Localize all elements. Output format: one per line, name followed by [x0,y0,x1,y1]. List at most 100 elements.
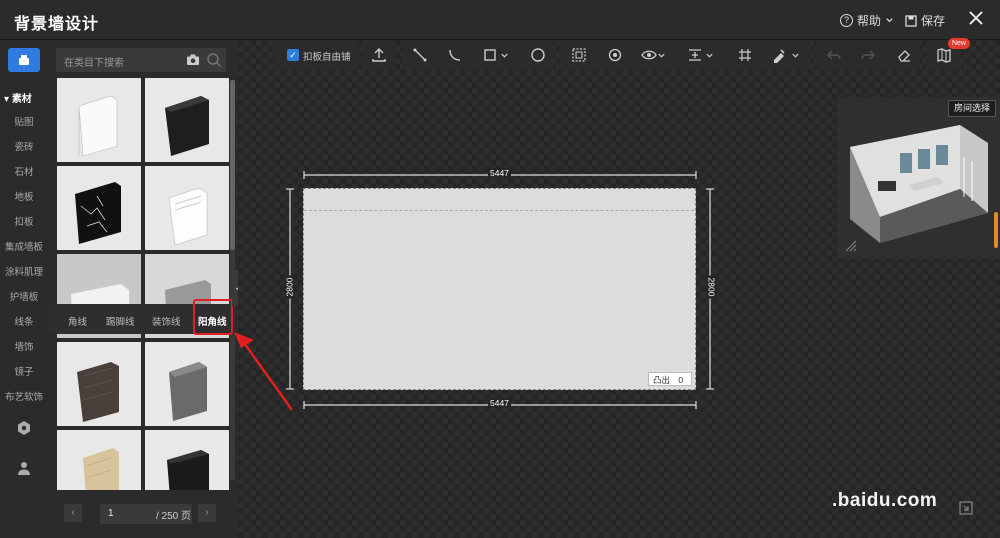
search-icon[interactable] [206,52,222,68]
highlight-box [193,299,233,335]
dim-top-width[interactable]: 5447 [488,168,511,178]
close-button[interactable] [966,8,986,30]
category-rail: ▾ 素材 贴图 瓷砖 石材 地板 扣板 集成墙板 涂料肌理 护墙板 线条 墙饰 … [0,40,48,538]
window-title: 背景墙设计 [14,16,100,33]
baidu-watermark: .baidu.com [832,490,938,511]
help-icon: ? [840,14,853,27]
molding-image [57,166,141,250]
align-icon[interactable] [687,47,703,63]
chevron-down-icon[interactable] [657,47,666,63]
user-icon[interactable] [16,460,32,476]
eye-icon[interactable] [641,47,657,63]
material-thumb-gray-2[interactable] [145,342,229,426]
history-tools-group [816,40,920,70]
page-total: / 250 页 [156,511,192,522]
map-icon[interactable] [936,47,952,63]
room-select-button[interactable]: 房间选择 [948,100,996,117]
help-button[interactable]: ? 帮助 [840,12,894,29]
tab-decorative-line[interactable]: 装饰线 [152,314,181,328]
chevron-down-icon [886,18,893,23]
prev-page-button[interactable]: ‹ [64,504,82,522]
upload-icon[interactable] [371,47,387,63]
outcrop-value[interactable]: 0 [678,375,683,385]
preview-scroll-indicator[interactable] [994,212,998,248]
section-label: 素材 [11,94,32,105]
molding-image [57,78,141,162]
molding-image [145,78,229,162]
dim-bottom-width[interactable]: 5447 [488,398,511,408]
new-badge: New [948,38,970,49]
material-thumb-white-1[interactable] [57,78,141,162]
tab-skirting[interactable]: 踢脚线 [106,314,135,328]
molding-image [145,342,229,426]
view-tools-group [561,40,811,70]
category-wainscot[interactable]: 护墙板 [0,289,48,303]
brush-icon[interactable] [771,47,787,63]
material-thumb-white-2[interactable] [145,166,229,250]
save-button[interactable]: 保存 [905,12,945,29]
category-integrated-wall[interactable]: 集成墙板 [0,239,48,253]
redo-icon[interactable] [860,47,876,63]
material-panel: 在类目下搜索 [48,40,238,538]
background-wall[interactable] [303,188,696,390]
circle-tool-icon[interactable] [530,47,546,63]
title-bar: 背景墙设计 ? 帮助 保存 [0,0,1000,40]
hexagon-icon[interactable] [16,420,32,436]
rectangle-tool-icon[interactable] [482,47,498,63]
grid-icon[interactable] [737,47,753,63]
materials-icon [19,55,29,65]
chevron-down-icon[interactable] [500,47,509,63]
upload-group [362,40,396,70]
arc-tool-icon[interactable] [447,47,463,63]
chevron-down-icon[interactable] [791,47,800,63]
category-texture[interactable]: 贴图 [0,114,48,128]
material-thumb-marble-black[interactable] [57,166,141,250]
material-thumb-black-1[interactable] [145,78,229,162]
category-panel[interactable]: 扣板 [0,214,48,228]
resize-corner-icon[interactable] [844,239,858,253]
category-floor[interactable]: 地板 [0,189,48,203]
outcrop-label: 凸出 [653,375,671,385]
help-label: 帮助 [857,14,882,28]
molding-image [57,342,141,426]
category-molding[interactable]: 线条 [0,314,48,328]
annotation-arrow [234,332,294,411]
materials-tab-button[interactable] [8,48,40,72]
search-box: 在类目下搜索 [56,48,226,72]
free-tile-toggle[interactable]: ✓ 扣板自由铺 [275,40,357,70]
molding-image [145,166,229,250]
eraser-icon[interactable] [896,47,912,63]
checkbox-checked-icon[interactable]: ✓ [287,49,299,61]
section-header-materials[interactable]: ▾ 素材 [4,90,32,105]
free-tile-label: 扣板自由铺 [303,52,351,63]
chevron-down-icon[interactable] [705,47,714,63]
room-3d-preview[interactable] [838,97,1000,259]
category-tile[interactable]: 瓷砖 [0,139,48,153]
fit-view-icon[interactable] [958,500,974,516]
category-wall-decor[interactable]: 墙饰 [0,339,48,353]
category-mirror[interactable]: 镜子 [0,364,48,378]
room-render-image [838,97,1000,259]
search-input[interactable]: 在类目下搜索 [64,54,124,69]
caret-down-icon: ▾ [4,94,12,105]
material-thumb-wood-dark[interactable] [57,342,141,426]
wall-guide-line [304,210,694,211]
save-icon [905,14,917,27]
select-area-icon[interactable] [571,47,587,63]
dim-right-height[interactable]: 2800 [706,275,717,299]
pagination: ‹ 1 / 250 页 › [48,490,238,538]
category-stone[interactable]: 石材 [0,164,48,178]
save-label: 保存 [921,14,946,28]
undo-icon[interactable] [826,47,842,63]
dim-left-height[interactable]: 2800 [284,275,295,299]
scrollbar-thumb[interactable] [230,80,235,250]
camera-icon[interactable] [186,53,200,67]
draw-tools-group [402,40,554,70]
paint-fill-icon[interactable] [607,47,623,63]
tab-corner-line[interactable]: 角线 [68,314,87,328]
line-tool-icon[interactable] [412,47,428,63]
category-paint-texture[interactable]: 涂料肌理 [0,264,48,278]
category-fabric[interactable]: 布艺软饰 [0,389,48,403]
outcrop-field[interactable]: 凸出 0 [648,372,692,386]
next-page-button[interactable]: › [198,504,216,522]
